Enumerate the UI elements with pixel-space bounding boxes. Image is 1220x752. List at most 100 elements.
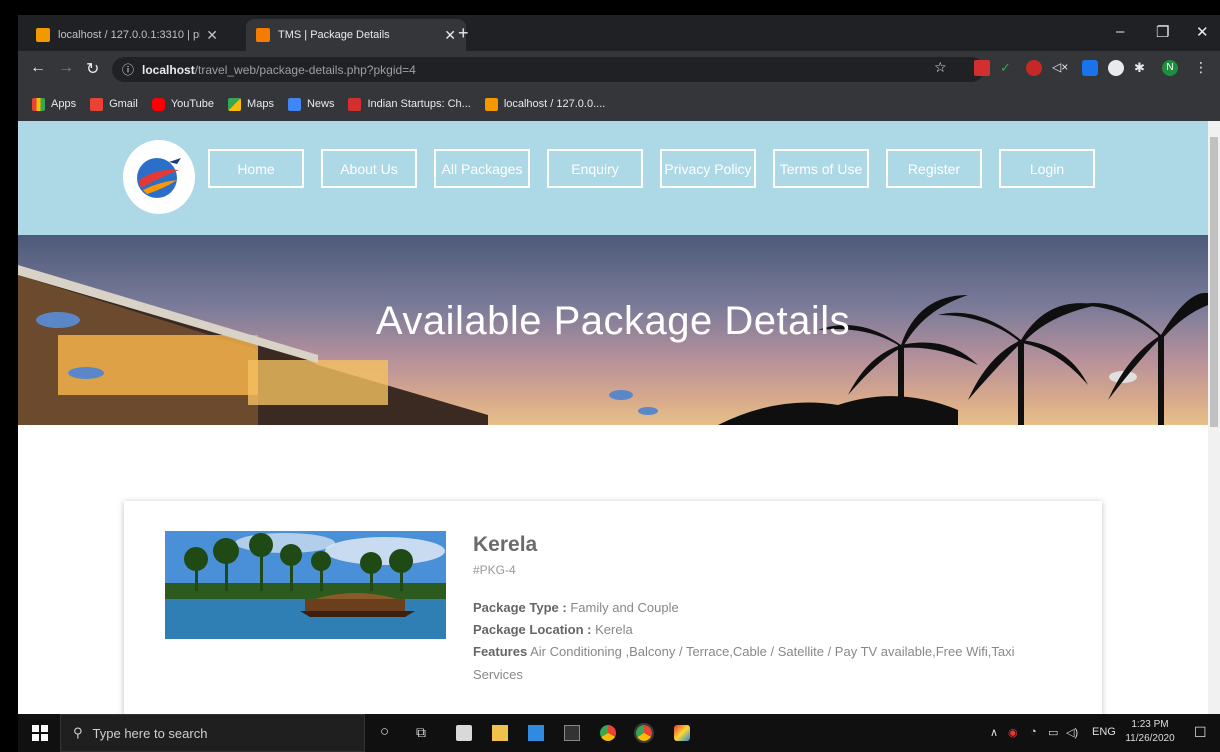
package-location-value: Kerela <box>595 622 633 637</box>
extension-icon[interactable] <box>974 60 990 76</box>
task-view-icon[interactable]: ⧉ <box>416 724 426 741</box>
vpn-icon[interactable] <box>1108 60 1124 76</box>
profile-avatar[interactable]: N <box>1162 60 1178 76</box>
phpmyadmin-icon <box>484 97 498 111</box>
minimize-icon[interactable]: – <box>1116 23 1124 40</box>
chrome-active-icon[interactable] <box>634 723 654 743</box>
et-icon <box>348 97 362 111</box>
volume-icon[interactable]: ◁) <box>1066 726 1078 739</box>
scrollbar-thumb[interactable] <box>1210 137 1218 427</box>
clock-time: 1:23 PM <box>1131 719 1169 730</box>
clock[interactable]: 1:23 PM 11/26/2020 <box>1120 718 1180 746</box>
bookmark-news[interactable]: News <box>287 97 335 111</box>
vscode-icon[interactable] <box>528 725 544 741</box>
package-features-value: Air Conditioning ,Balcony / Terrace,Cabl… <box>530 644 1015 659</box>
bookmark-label: Indian Startups: Ch... <box>367 98 471 110</box>
package-code: #PKG-4 <box>473 563 516 577</box>
bookmark-localhost[interactable]: localhost / 127.0.0.... <box>484 97 606 111</box>
windows-taskbar: ⚲ Type here to search ○ ⧉ ∧ ◉ ◔ ▭ ◁) ENG… <box>18 714 1220 752</box>
ublock-icon[interactable] <box>1026 60 1042 76</box>
check-extension-icon[interactable]: ✓ <box>1000 60 1016 76</box>
nav-terms-of-use[interactable]: Terms of Use <box>773 149 869 188</box>
bookmark-indian-startups[interactable]: Indian Startups: Ch... <box>348 97 471 111</box>
language-indicator[interactable]: ENG <box>1092 726 1116 738</box>
bookmark-gmail[interactable]: Gmail <box>90 97 138 111</box>
kerala-backwaters-image <box>165 531 446 639</box>
gmail-icon <box>90 97 104 111</box>
tab-title: localhost / 127.0.0.1:3310 | phpM <box>58 29 200 41</box>
site-header: Home About Us All Packages Enquiry Priva… <box>18 121 1208 235</box>
menu-dots-icon[interactable]: ⋮ <box>1194 59 1208 76</box>
bookmark-apps[interactable]: Apps <box>32 97 77 111</box>
reload-icon[interactable]: ↻ <box>86 59 99 79</box>
nav-privacy-policy[interactable]: Privacy Policy <box>660 149 756 188</box>
package-type-label: Package Type : <box>473 600 567 615</box>
bookmark-youtube[interactable]: YouTube <box>151 97 215 111</box>
cortana-icon[interactable]: ○ <box>380 723 389 740</box>
tray-overflow-icon[interactable]: ∧ <box>990 726 998 739</box>
wifi-icon[interactable]: ◔ <box>1030 726 1037 738</box>
terminal-icon[interactable] <box>564 725 580 741</box>
nav-register[interactable]: Register <box>886 149 982 188</box>
network-alert-icon[interactable]: ◉ <box>1008 726 1018 739</box>
windows-start-icon[interactable] <box>32 725 48 741</box>
bookmark-label: YouTube <box>170 98 215 110</box>
chrome-icon[interactable] <box>600 725 616 741</box>
browser-toolbar: ← → ↻ ⓘ localhost /travel_web/package-de… <box>18 51 1220 87</box>
bookmark-label: Gmail <box>109 98 138 110</box>
nav-all-packages[interactable]: All Packages <box>434 149 530 188</box>
site-info-icon[interactable]: ⓘ <box>122 61 134 78</box>
back-icon[interactable]: ← <box>30 59 46 77</box>
bookmark-label: localhost / 127.0.0.... <box>503 98 606 110</box>
forward-icon[interactable]: → <box>58 59 74 77</box>
site-logo[interactable] <box>123 140 195 214</box>
taskbar-search-box[interactable]: ⚲ Type here to search <box>60 714 365 752</box>
bookmark-maps[interactable]: Maps <box>228 97 274 111</box>
url-path: /travel_web/package-details.php?pkgid=4 <box>194 62 416 77</box>
bookmark-label: Maps <box>247 98 274 110</box>
package-type-value: Family and Couple <box>570 600 679 615</box>
tab-phpmyadmin[interactable]: localhost / 127.0.0.1:3310 | phpM ✕ <box>26 19 228 51</box>
bookmark-label: Apps <box>51 98 77 110</box>
package-name: Kerela <box>473 533 538 556</box>
bookmark-star-icon[interactable]: ☆ <box>934 59 947 76</box>
file-explorer-icon[interactable] <box>492 725 508 741</box>
page-scrollbar[interactable] <box>1208 121 1220 714</box>
package-location: Package Location : Kerela <box>473 619 1073 641</box>
battery-icon[interactable]: ▭ <box>1048 726 1058 739</box>
clock-date: 11/26/2020 <box>1125 733 1175 744</box>
address-bar[interactable]: ⓘ localhost /travel_web/package-details.… <box>112 57 984 82</box>
tms-icon <box>256 28 270 42</box>
nav-login[interactable]: Login <box>999 149 1095 188</box>
phpmyadmin-icon <box>36 28 50 42</box>
page-viewport: Home About Us All Packages Enquiry Priva… <box>18 121 1208 714</box>
nav-about-us[interactable]: About Us <box>321 149 417 188</box>
package-image <box>165 531 446 639</box>
page-banner: Available Package Details <box>18 235 1208 425</box>
tab-package-details[interactable]: TMS | Package Details ✕ <box>246 19 466 51</box>
notifications-icon[interactable]: ☐ <box>1194 724 1207 741</box>
banner-title: Available Package Details <box>375 299 851 343</box>
bookmark-label: News <box>306 98 335 110</box>
browser-tab-strip: localhost / 127.0.0.1:3310 | phpM ✕ TMS … <box>18 15 1220 51</box>
youtube-icon <box>151 97 165 111</box>
package-card: Kerela #PKG-4 Package Type : Family and … <box>124 501 1102 714</box>
package-location-label: Package Location : <box>473 622 592 637</box>
extensions-puzzle-icon[interactable]: ✱ <box>1134 60 1150 76</box>
url-host: localhost <box>142 62 195 77</box>
screen-capture-icon[interactable] <box>1082 60 1098 76</box>
close-icon[interactable]: ✕ <box>444 27 456 44</box>
restore-icon[interactable]: ❐ <box>1156 23 1169 41</box>
nav-enquiry[interactable]: Enquiry <box>547 149 643 188</box>
close-window-icon[interactable]: ✕ <box>1196 23 1209 41</box>
mute-icon[interactable]: ◁× <box>1052 60 1068 76</box>
store-icon[interactable] <box>456 725 472 741</box>
close-icon[interactable]: ✕ <box>206 27 218 44</box>
search-icon: ⚲ <box>73 725 83 740</box>
package-features-label: Features <box>473 644 528 659</box>
news-icon <box>287 97 301 111</box>
nav-home[interactable]: Home <box>208 149 304 188</box>
maps-icon <box>228 97 242 111</box>
new-tab-button[interactable]: + <box>458 23 469 44</box>
paint-icon[interactable] <box>674 725 690 741</box>
